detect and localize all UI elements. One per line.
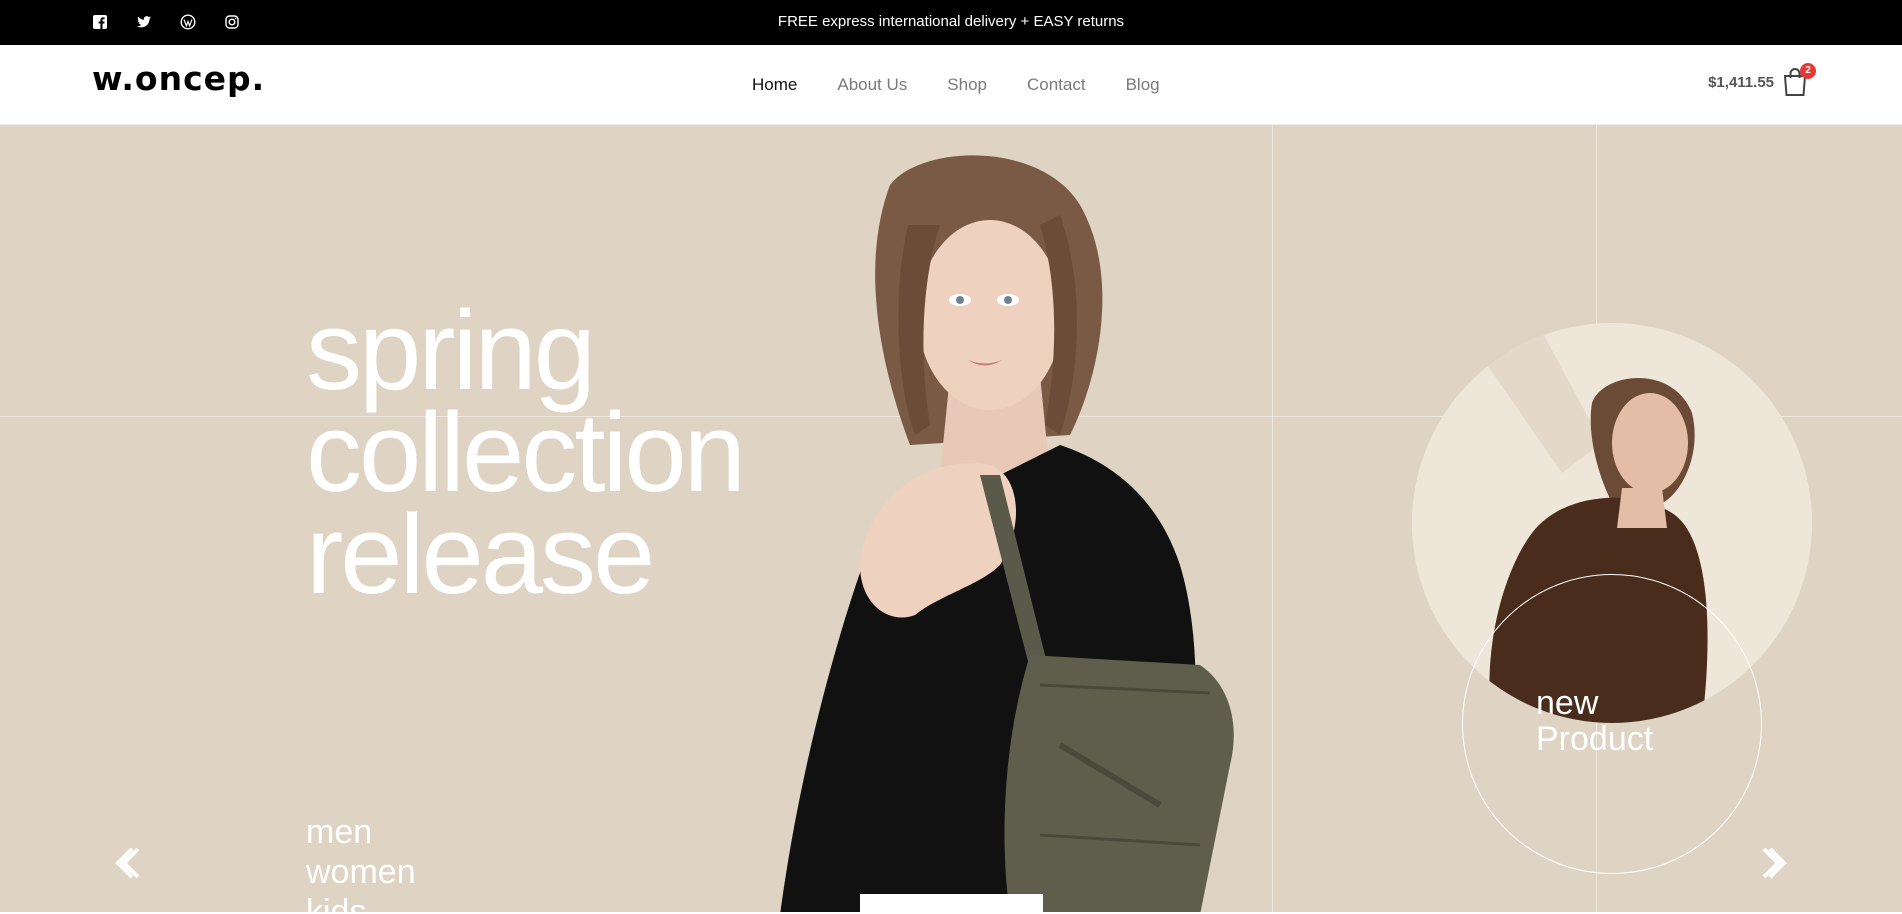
headline-line: spring: [306, 288, 596, 413]
category-men[interactable]: men: [306, 812, 416, 852]
new-product-line: Product: [1536, 720, 1654, 758]
hero-model-image: [740, 145, 1320, 912]
site-header: w.oncep. Home About Us Shop Contact Blog…: [0, 45, 1902, 125]
nav-shop[interactable]: Shop: [947, 75, 987, 95]
prev-slide-button[interactable]: [108, 843, 148, 883]
nav-about-us[interactable]: About Us: [837, 75, 907, 95]
logo[interactable]: w.oncep.: [92, 59, 265, 98]
hero-headline: spring collection release: [306, 288, 746, 617]
hero-slider: spring collection release men women kids…: [0, 125, 1902, 912]
category-kids[interactable]: kids: [306, 892, 416, 912]
headline-line: release: [306, 492, 655, 617]
category-links: men women kids: [306, 812, 416, 912]
chevron-left-icon: [115, 847, 140, 879]
next-slide-button[interactable]: [1754, 843, 1794, 883]
slider-indicator-tab[interactable]: [860, 894, 1043, 912]
cart-count-badge: 2: [1800, 63, 1816, 79]
new-product-label[interactable]: new Product: [1536, 685, 1653, 757]
nav-home[interactable]: Home: [752, 75, 797, 95]
cart-widget[interactable]: $1,411.55 2: [1708, 63, 1816, 97]
nav-contact[interactable]: Contact: [1027, 75, 1086, 95]
main-nav: Home About Us Shop Contact Blog: [752, 75, 1160, 95]
headline-line: collection: [306, 390, 746, 515]
promo-text: FREE express international delivery + EA…: [777, 13, 1125, 30]
chevron-right-icon: [1762, 847, 1787, 879]
category-women[interactable]: women: [306, 852, 416, 892]
announcement-bar: FREE express international delivery + EA…: [0, 0, 1902, 45]
shopping-bag-icon[interactable]: 2: [1782, 63, 1816, 97]
cart-total[interactable]: $1,411.55: [1708, 74, 1774, 91]
nav-blog[interactable]: Blog: [1126, 75, 1160, 95]
new-product-line: new: [1536, 684, 1599, 722]
